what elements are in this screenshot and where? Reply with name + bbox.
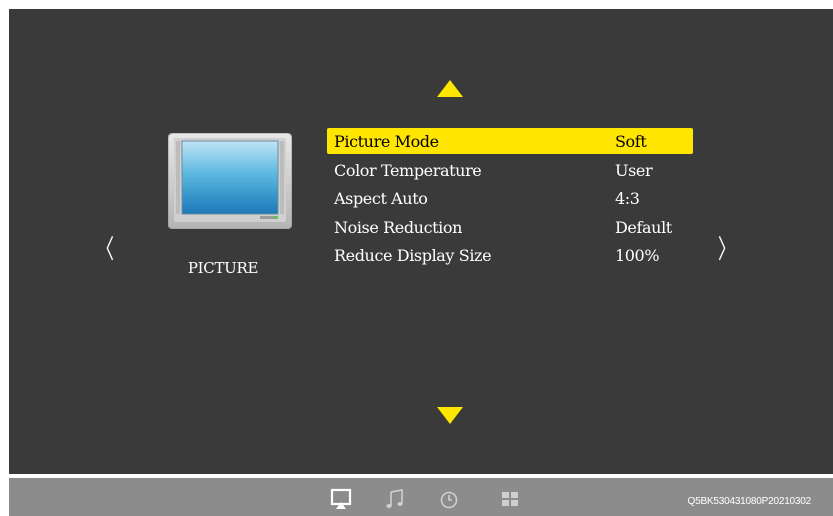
grid-apps-icon[interactable] <box>499 488 521 510</box>
menu-item-value: Soft <box>615 132 647 151</box>
scroll-down-arrow-icon[interactable] <box>437 407 463 424</box>
menu-item-picture-mode[interactable]: Picture Mode Soft <box>327 128 693 154</box>
menu-item-noise-reduction[interactable]: Noise Reduction Default <box>327 214 693 243</box>
menu-item-value: Default <box>615 217 672 237</box>
menu-item-label: Picture Mode <box>334 132 439 151</box>
music-note-icon[interactable] <box>384 488 406 510</box>
menu-item-label: Aspect Auto <box>334 189 428 208</box>
previous-page-icon[interactable]: 〈 <box>96 236 114 264</box>
menu-item-reduce-display-size[interactable]: Reduce Display Size 100% <box>327 242 693 271</box>
picture-tab-icon[interactable] <box>330 488 352 510</box>
scroll-up-arrow-icon[interactable] <box>437 80 463 97</box>
tv-picture-icon <box>168 133 292 229</box>
menu-item-aspect[interactable]: Aspect Auto 4:3 <box>327 185 693 214</box>
menu-item-value: User <box>615 160 653 180</box>
menu-item-value: 4:3 <box>615 189 640 208</box>
menu-item-label: Reduce Display Size <box>334 246 492 265</box>
picture-settings-menu: Picture Mode Soft Color Temperature User… <box>327 128 693 271</box>
menu-item-label: Color Temperature <box>334 160 482 180</box>
firmware-serial-text: Q5BK530431080P20210302 <box>687 496 812 507</box>
menu-item-color-temperature[interactable]: Color Temperature User <box>327 157 693 186</box>
menu-item-label: Noise Reduction <box>334 217 463 237</box>
clock-icon[interactable] <box>438 488 460 510</box>
next-page-icon[interactable]: 〉 <box>718 236 736 264</box>
menu-item-value: 100% <box>615 246 660 265</box>
menu-title: PICTURE <box>187 259 259 277</box>
